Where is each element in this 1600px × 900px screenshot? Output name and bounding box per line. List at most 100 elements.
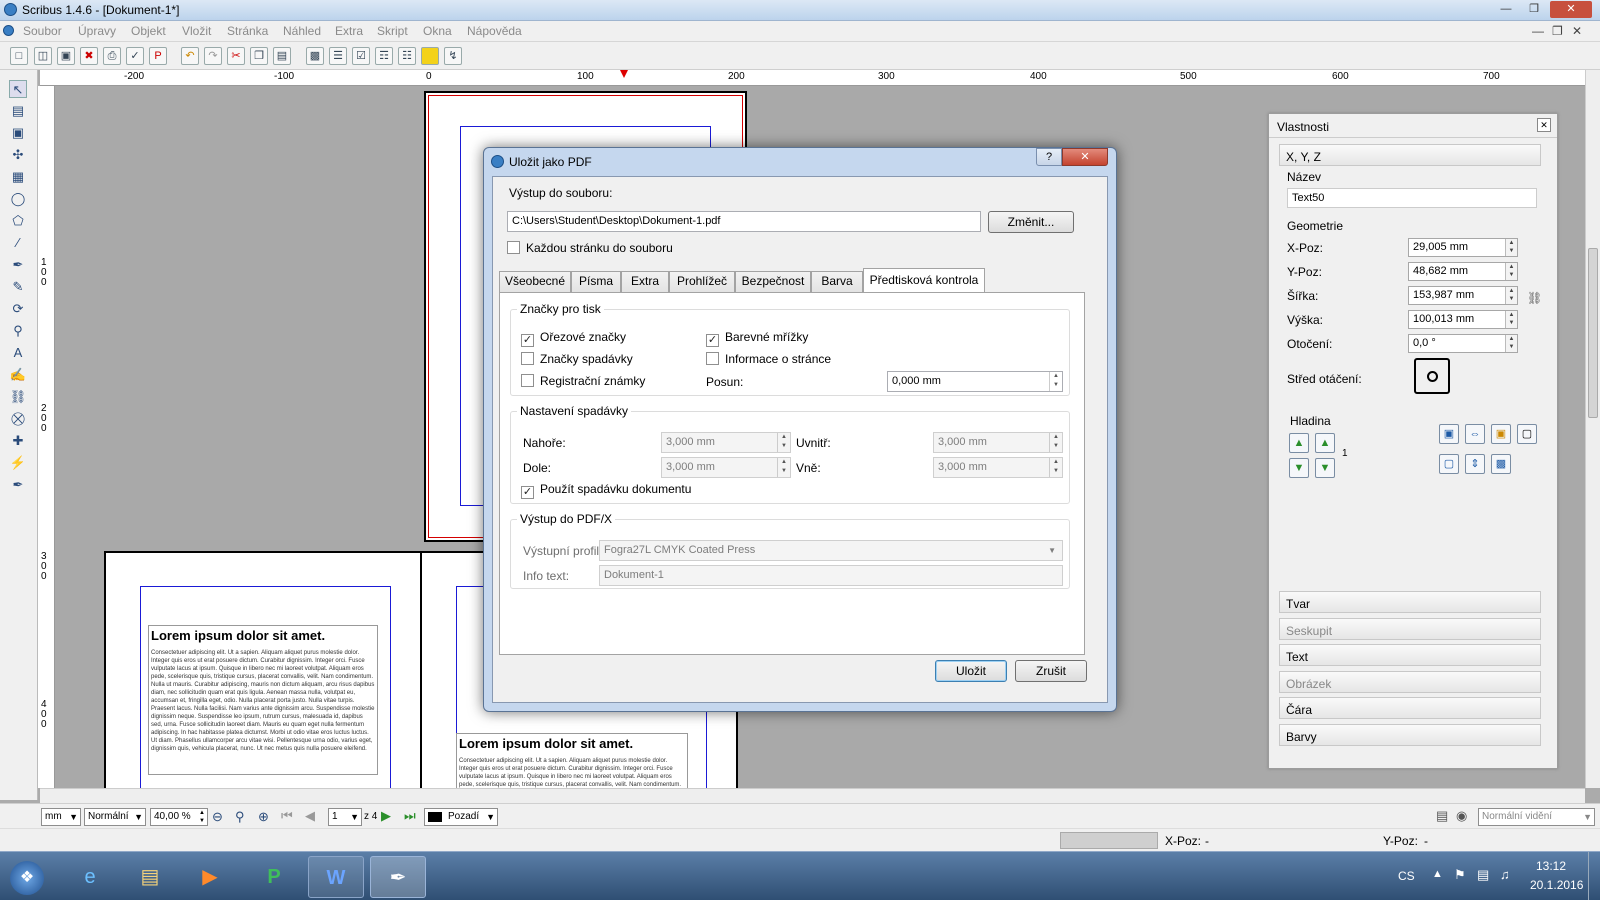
page-2[interactable]: Lorem ipsum dolor sit amet. Consectetuer… bbox=[104, 551, 422, 788]
close-dialog-button[interactable]: ✕ bbox=[1062, 148, 1108, 166]
bleed-inside-input[interactable]: 3,000 mm ▲ ▼ bbox=[933, 432, 1063, 453]
mdi-close-icon[interactable]: ✕ bbox=[1572, 24, 1582, 38]
offset-input[interactable]: 0,000 mm ▲ ▼ bbox=[887, 371, 1063, 392]
page-info-checkbox[interactable]: Informace o stránce bbox=[706, 352, 831, 366]
freehand-tool-icon[interactable]: ✎ bbox=[9, 278, 27, 296]
tray-arrow-icon[interactable]: ▲ bbox=[1432, 868, 1443, 880]
no-print-icon[interactable]: ▩ bbox=[1491, 454, 1511, 474]
use-document-bleed-checkbox[interactable]: ✓ Použít spadávku dokumentu bbox=[521, 482, 691, 499]
story-editor-icon[interactable]: ✍ bbox=[9, 366, 27, 384]
rotation-input[interactable]: 0,0 ° ▲ ▼ bbox=[1408, 334, 1518, 353]
clock-time[interactable]: 13:12 bbox=[1536, 859, 1566, 873]
copy-icon[interactable]: ❐ bbox=[250, 47, 268, 65]
zoom-tool-icon[interactable]: ⚲ bbox=[9, 322, 27, 340]
menu-upravy[interactable]: Úpravy bbox=[78, 24, 116, 38]
pdf-button-icon[interactable]: ▩ bbox=[306, 47, 324, 65]
table-tool-icon[interactable]: ▦ bbox=[9, 168, 27, 186]
chevron-down-icon[interactable]: ▼ bbox=[69, 809, 78, 825]
mdi-restore-icon[interactable]: ❐ bbox=[1552, 24, 1563, 38]
y-pos-input[interactable]: 48,682 mm ▲ ▼ bbox=[1408, 262, 1518, 281]
project-icon[interactable]: P bbox=[246, 856, 302, 898]
previous-page-icon[interactable]: ◀ bbox=[305, 808, 315, 824]
name-input[interactable]: Text50 bbox=[1287, 188, 1537, 208]
flip-vertical-icon[interactable]: ⇕ bbox=[1465, 454, 1485, 474]
save-button[interactable]: Uložit bbox=[935, 660, 1007, 682]
checkbox-box[interactable] bbox=[706, 352, 719, 365]
zoom-input[interactable]: 40,00 % ▲ ▼ bbox=[150, 808, 208, 826]
section-shape[interactable]: Tvar bbox=[1279, 591, 1541, 613]
zoom-in-icon[interactable]: ⊕ bbox=[258, 809, 269, 825]
page-select[interactable]: 1 ▼ bbox=[328, 808, 362, 826]
tab-general[interactable]: Všeobecné bbox=[499, 271, 571, 292]
copy-properties-icon[interactable]: ⚡ bbox=[9, 454, 27, 472]
x-pos-input[interactable]: 29,005 mm ▲ ▼ bbox=[1408, 238, 1518, 257]
link-annotation-icon[interactable]: ↯ bbox=[444, 47, 462, 65]
tray-action-center-icon[interactable]: ⚑ bbox=[1454, 867, 1466, 883]
raise-layer-icon[interactable]: ▲ bbox=[1289, 433, 1309, 453]
view-mode-select[interactable]: Normální vidění ▼ bbox=[1478, 808, 1595, 826]
zoom-100-icon[interactable]: ⚲ bbox=[235, 809, 245, 825]
spinner-icon[interactable]: ▲ ▼ bbox=[199, 809, 205, 825]
tab-prepress[interactable]: Předtisková kontrola bbox=[863, 268, 985, 293]
file-explorer-icon[interactable]: ▤ bbox=[122, 856, 178, 898]
text-frame-tool-icon[interactable]: ▤ bbox=[9, 102, 27, 120]
checkbox-checked[interactable]: ✓ bbox=[706, 334, 719, 347]
pivot-selector[interactable] bbox=[1414, 358, 1450, 394]
undo-icon[interactable]: ↶ bbox=[181, 47, 199, 65]
menu-stranka[interactable]: Stránka bbox=[227, 24, 268, 38]
menu-extra[interactable]: Extra bbox=[335, 24, 363, 38]
tab-fonts[interactable]: Písma bbox=[571, 271, 621, 292]
spinner-icon[interactable]: ▲ ▼ bbox=[1505, 287, 1517, 304]
scribus-task-icon[interactable]: ✒ bbox=[370, 856, 426, 898]
menu-skript[interactable]: Skript bbox=[377, 24, 408, 38]
checkbox-box[interactable] bbox=[507, 241, 520, 254]
minimize-icon[interactable]: — bbox=[1494, 1, 1518, 18]
menu-soubor[interactable]: Soubor bbox=[23, 24, 62, 38]
first-page-icon[interactable]: ⏮ bbox=[281, 808, 293, 824]
pdf-listbox-icon[interactable]: ☷ bbox=[398, 47, 416, 65]
chevron-down-icon[interactable]: ▼ bbox=[1583, 809, 1592, 825]
lower-layer-icon[interactable]: ▼ bbox=[1289, 458, 1309, 478]
registration-marks-checkbox[interactable]: Registrační známky bbox=[521, 374, 645, 388]
spinner-icon[interactable]: ▲ ▼ bbox=[777, 433, 790, 452]
section-xyz[interactable]: X, Y, Z bbox=[1279, 144, 1541, 166]
info-text-input[interactable]: Dokument-1 bbox=[599, 565, 1063, 586]
spinner-icon[interactable]: ▲ ▼ bbox=[1505, 239, 1517, 256]
vertical-scrollbar[interactable] bbox=[1585, 70, 1600, 788]
spinner-icon[interactable]: ▲ ▼ bbox=[1049, 372, 1062, 391]
crop-marks-checkbox[interactable]: ✓ Ořezové značky bbox=[521, 330, 626, 347]
preview-mode-select[interactable]: Normální ▼ bbox=[84, 808, 146, 826]
raise-to-top-icon[interactable]: ▲ bbox=[1315, 433, 1335, 453]
chevron-down-icon[interactable]: ▼ bbox=[486, 809, 495, 825]
unlink-frames-icon[interactable]: ⛒ bbox=[9, 410, 27, 428]
pdf-combobox-icon[interactable]: ☶ bbox=[375, 47, 393, 65]
zoom-out-icon[interactable]: ⊖ bbox=[212, 809, 223, 825]
eye-icon[interactable]: ◉ bbox=[1456, 808, 1467, 824]
pdf-text-field-icon[interactable]: ☰ bbox=[329, 47, 347, 65]
next-page-icon[interactable]: ▶ bbox=[381, 808, 391, 824]
restore-icon[interactable]: ❐ bbox=[1522, 1, 1546, 18]
horizontal-scrollbar[interactable] bbox=[40, 788, 1585, 803]
show-desktop-button[interactable] bbox=[1588, 852, 1600, 900]
output-path-input[interactable]: C:\Users\Student\Desktop\Dokument-1.pdf bbox=[507, 211, 981, 232]
pdf-checkbox-icon[interactable]: ☑ bbox=[352, 47, 370, 65]
line-tool-icon[interactable]: ∕ bbox=[9, 234, 27, 252]
menu-vlozit[interactable]: Vložit bbox=[182, 24, 211, 38]
bezier-tool-icon[interactable]: ✒ bbox=[9, 256, 27, 274]
open-icon[interactable]: ◫ bbox=[34, 47, 52, 65]
internet-explorer-icon[interactable]: e bbox=[62, 856, 118, 898]
width-input[interactable]: 153,987 mm ▲ ▼ bbox=[1408, 286, 1518, 305]
bleed-top-input[interactable]: 3,000 mm ▲ ▼ bbox=[661, 432, 791, 453]
new-document-icon[interactable]: □ bbox=[10, 47, 28, 65]
layer-select[interactable]: Pozadí ▼ bbox=[424, 808, 498, 826]
redo-icon[interactable]: ↷ bbox=[204, 47, 222, 65]
lower-to-bottom-icon[interactable]: ▼ bbox=[1315, 458, 1335, 478]
unit-select[interactable]: mm ▼ bbox=[41, 808, 81, 826]
clock-date[interactable]: 20.1.2016 bbox=[1530, 878, 1583, 892]
tab-extra[interactable]: Extra bbox=[621, 271, 669, 292]
size-lock-icon[interactable]: ▢ bbox=[1517, 424, 1537, 444]
section-image[interactable]: Obrázek bbox=[1279, 671, 1541, 693]
preflight-icon[interactable]: ✓ bbox=[126, 47, 144, 65]
close-panel-icon[interactable]: ✕ bbox=[1537, 118, 1551, 132]
tab-color[interactable]: Barva bbox=[811, 271, 863, 292]
